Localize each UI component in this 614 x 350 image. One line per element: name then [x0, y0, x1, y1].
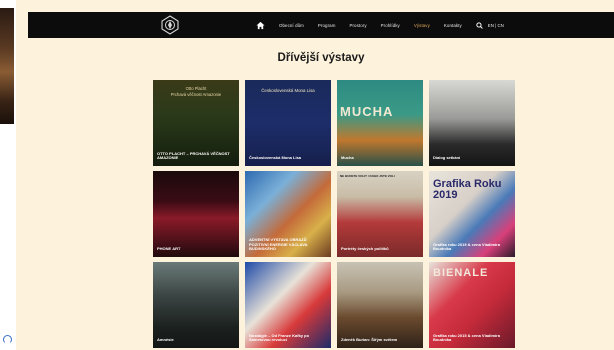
card-caption: Mucha [341, 155, 354, 161]
exhibition-card[interactable]: PHONE ART [153, 171, 239, 257]
exhibition-card[interactable]: Amnésie [153, 262, 239, 348]
card-caption: Zdeněk Burian: Šiřým světem [341, 337, 398, 343]
previous-page-strip [0, 0, 16, 350]
card-poster-text: MUCHA [340, 104, 394, 119]
header-bar: Obecní dům Program Prostory Prohlídky Vý… [28, 12, 614, 38]
card-caption: PHONE ART [157, 246, 181, 252]
nav-item-vystavy[interactable]: Výstavy [414, 23, 430, 28]
card-caption: OTTO PLACHT – PRCHAVÁ VĚČNOST AMAZONIE [157, 150, 230, 161]
language-switch[interactable]: EN | CN [488, 23, 504, 28]
card-caption: ADVENTNÍ VÝSTAVA OBRAZŮ POZITIVNÍ ENERGI… [249, 237, 308, 252]
site-logo-icon[interactable] [160, 15, 180, 35]
search-icon[interactable] [476, 21, 483, 29]
card-caption: Portréty českých politiků [341, 246, 389, 252]
nav-item-obecni-dum[interactable]: Obecní dům [279, 23, 304, 28]
exhibition-card[interactable]: MUCHA Mucha [337, 80, 423, 166]
previous-page-image [0, 8, 14, 124]
exhibition-card[interactable]: Československá Mona Lisa Československá … [245, 80, 331, 166]
card-caption: Dialog setkání [433, 155, 461, 161]
exhibition-card[interactable]: NE BUDETE VOLIT / KOHO JSTE VOLI Portrét… [337, 171, 423, 257]
nav-item-prohlidky[interactable]: Prohlídky [381, 23, 400, 28]
exhibition-card[interactable]: Grafika Roku 2019 Grafika roku 2019 & ce… [429, 171, 515, 257]
card-poster-text: BIENALE [433, 267, 489, 279]
recaptcha-icon[interactable] [3, 335, 12, 344]
card-caption: Grafika roku 2015 & cena Vladimíra Boudn… [433, 332, 500, 343]
exhibition-card[interactable]: ADVENTNÍ VÝSTAVA OBRAZŮ POZITIVNÍ ENERGI… [245, 171, 331, 257]
exhibition-card[interactable]: Nostalgie – Od Franze Kafky po Sametovou… [245, 262, 331, 348]
exhibition-card[interactable]: Dialog setkání [429, 80, 515, 166]
exhibition-card[interactable]: BIENALE Grafika roku 2015 & cena Vladimí… [429, 262, 515, 348]
exhibition-card[interactable]: Zdeněk Burian: Šiřým světem [337, 262, 423, 348]
card-caption: Grafika roku 2019 & cena Vladimíra Boudn… [433, 241, 500, 252]
main-nav: Obecní dům Program Prostory Prohlídky Vý… [256, 12, 504, 38]
home-icon[interactable] [256, 21, 265, 30]
exhibition-card[interactable]: Otto Placht Prchavá věčnost Amazonie OTT… [153, 80, 239, 166]
nav-item-prostory[interactable]: Prostory [349, 23, 366, 28]
card-poster-text: NE BUDETE VOLIT / KOHO JSTE VOLI [340, 174, 395, 178]
card-poster-text: Otto Placht Prchavá věčnost Amazonie [170, 86, 222, 97]
card-poster-text: Československá Mona Lisa [261, 88, 315, 93]
card-poster-text: Grafika Roku 2019 [433, 178, 502, 201]
card-caption: Nostalgie – Od Franze Kafky po Sametovou… [249, 332, 310, 343]
nav-item-kontakty[interactable]: Kontakty [444, 23, 462, 28]
card-caption: Československá Mona Lisa [249, 155, 302, 161]
card-caption: Amnésie [157, 337, 174, 343]
page: Obecní dům Program Prostory Prohlídky Vý… [0, 0, 614, 350]
page-title: Dřívější výstavy [277, 52, 365, 64]
nav-item-program[interactable]: Program [318, 23, 336, 28]
